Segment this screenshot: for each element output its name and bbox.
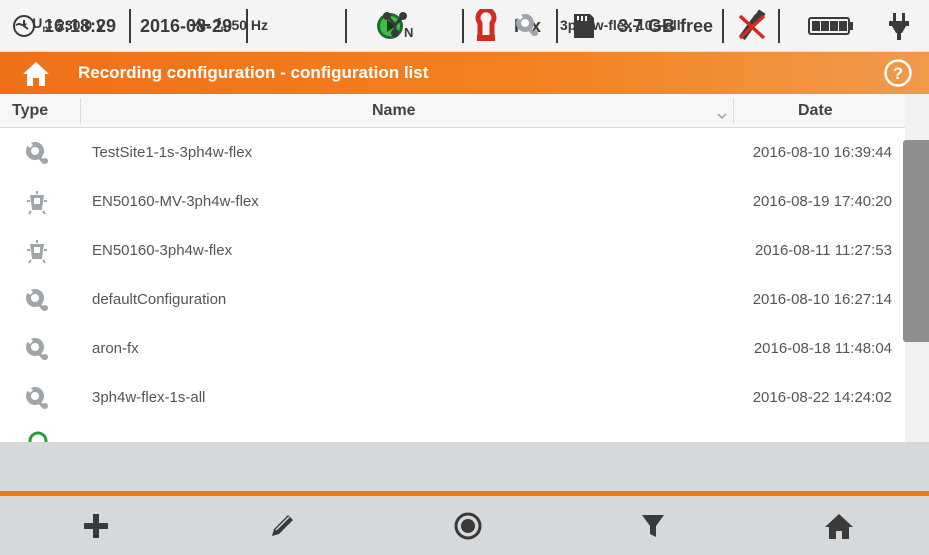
record-circle-icon	[454, 512, 482, 539]
record-button[interactable]	[375, 496, 561, 555]
nominal-frequency: 50 Hz	[231, 16, 269, 33]
table-row[interactable]: defaultConfiguration 2016-08-10 16:27:14	[0, 275, 905, 324]
config-name: EN50160-3ph4w-flex	[92, 242, 233, 259]
config-date: 2016-08-10 16:27:14	[752, 291, 892, 308]
table-row[interactable]: EN50160-3ph4w-flex 2016-08-11 11:27:53	[0, 226, 905, 275]
config-name: TestSite1-1s-3ph4w-flex	[92, 144, 253, 161]
standard-profile-icon	[24, 238, 50, 264]
network-type-icon: N	[382, 0, 416, 49]
filter-button[interactable]	[560, 496, 746, 555]
frequency-readout: fn: 50 Hz	[190, 0, 268, 49]
power-plug-icon	[888, 0, 910, 52]
wrench-gear-icon	[24, 140, 50, 166]
active-config-name: 3ph4w-flex-10s-all	[560, 16, 681, 33]
sine-wave-icon: ∼	[14, 14, 29, 34]
table-header: Type Name Date	[0, 94, 905, 128]
config-name: defaultConfiguration	[92, 291, 227, 308]
plus-icon	[84, 513, 108, 538]
column-header-date[interactable]: Date	[798, 94, 833, 128]
battery-icon	[808, 0, 854, 52]
frequency-wave-icon	[190, 17, 210, 32]
config-name: EN50160-MV-3ph4w-flex	[92, 193, 259, 210]
home-button[interactable]	[746, 496, 929, 555]
config-date: 2016-08-10 16:39:44	[752, 144, 892, 161]
title-bar: Recording configuration - configuration …	[0, 52, 929, 94]
active-config-icon	[28, 431, 48, 442]
wrench-gear-icon	[24, 287, 50, 313]
column-header-name[interactable]: Name	[372, 94, 416, 128]
nominal-voltage: 230.0 V	[57, 16, 106, 33]
sort-chevron-icon[interactable]	[717, 107, 727, 120]
config-name: aron-fx	[92, 340, 139, 357]
standard-profile-icon	[24, 189, 50, 215]
config-date: 2016-08-11 11:27:53	[754, 242, 892, 259]
add-button[interactable]	[3, 496, 189, 555]
filter-icon	[642, 514, 664, 537]
svg-text:N: N	[404, 25, 413, 39]
info-bar	[0, 442, 929, 491]
table-row[interactable]: TestSite1-1s-3ph4w-flex 2016-08-10 16:39…	[0, 128, 905, 177]
table-row[interactable]: 3ph4w-flex-1s-all 2016-08-22 14:24:02	[0, 373, 905, 422]
column-header-type[interactable]: Type	[12, 94, 48, 128]
config-date: 2016-08-18 11:48:04	[753, 340, 892, 357]
page-title: Recording configuration - configuration …	[78, 63, 429, 82]
help-icon[interactable]: ?	[883, 58, 913, 88]
configuration-list[interactable]: TestSite1-1s-3ph4w-flex 2016-08-10 16:39…	[0, 128, 905, 442]
edit-button[interactable]	[189, 496, 375, 555]
wrench-gear-icon	[24, 385, 50, 411]
table-row[interactable]: aron-fx 2016-08-18 11:48:04	[0, 324, 905, 373]
wrench-gear-icon	[24, 336, 50, 362]
clamp-icon	[474, 0, 498, 52]
svg-text:?: ?	[893, 64, 903, 83]
home-icon	[825, 513, 853, 539]
config-name: 3ph4w-flex-1s-all	[92, 389, 206, 406]
config-date: 2016-08-22 14:24:02	[752, 389, 892, 406]
pencil-icon	[272, 514, 293, 536]
scrollbar-thumb[interactable]	[903, 140, 929, 342]
usb-disconnected-icon	[734, 0, 770, 52]
voltage-readout: ∼ Un: 230.0 V	[14, 14, 106, 35]
active-config-readout: 3ph4w-flex-10s-all	[514, 0, 681, 49]
table-row[interactable]: EN50160-MV-3ph4w-flex 2016-08-19 17:40:2…	[0, 177, 905, 226]
wrench-gear-icon	[514, 12, 540, 38]
home-icon[interactable]	[22, 60, 50, 88]
config-date: 2016-08-19 17:40:20	[752, 193, 892, 210]
